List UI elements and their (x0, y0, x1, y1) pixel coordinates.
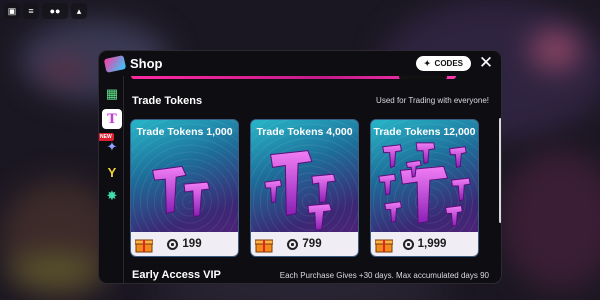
players-icon[interactable]: ●● (42, 3, 68, 19)
product-card[interactable]: Trade Tokens 12,000 1,999 (370, 119, 479, 257)
product-card[interactable]: Trade Tokens 1,000 199 (130, 119, 239, 257)
shop-content: Trade Tokens Used for Trading with every… (125, 76, 501, 283)
roblox-topbar: ▣ ≡ ●● ▴ (4, 3, 87, 19)
product-card[interactable]: Trade Tokens 4,000 799 (250, 119, 359, 257)
codes-icon: ✦ (423, 59, 431, 68)
sparkle-icon[interactable]: ✦ (102, 137, 122, 157)
robux-icon (287, 238, 299, 250)
gem-icon[interactable]: ✸ (102, 186, 122, 206)
section-note: Used for Trading with everyone! (376, 96, 489, 105)
shop-panel: Shop ✦ CODES ✕ ▦ T NEW ✦ Y ✸ Trade Token… (98, 50, 502, 284)
trade-token-icon (264, 150, 337, 231)
cash-bundle-icon[interactable]: ▦ (102, 84, 122, 104)
product-name: Trade Tokens 4,000 (256, 126, 353, 138)
shop-logo-icon (103, 54, 127, 73)
product-price: 799 (302, 238, 322, 250)
product-price: 199 (182, 238, 202, 250)
chat-icon[interactable]: ≡ (23, 3, 39, 19)
gift-icon[interactable] (255, 237, 273, 253)
trade-token-icon (378, 142, 471, 227)
shop-header: Shop ✦ CODES ✕ (99, 51, 501, 76)
trade-token-icon (152, 165, 211, 218)
category-sidebar: ▦ T NEW ✦ Y ✸ (99, 76, 124, 283)
product-name: Trade Tokens 1,000 (136, 126, 233, 138)
product-price: 1,999 (417, 238, 447, 250)
trade-token-icon[interactable]: T (102, 109, 122, 129)
product-name: Trade Tokens 12,000 (373, 126, 476, 138)
section-title: Trade Tokens (132, 95, 203, 107)
shop-title: Shop (130, 56, 163, 71)
content-scrollbar[interactable] (499, 118, 501, 223)
backpack-icon[interactable]: ▴ (71, 3, 87, 19)
roblox-menu-icon[interactable]: ▣ (4, 3, 20, 19)
vip-section-note: Each Purchase Gives +30 days. Max accumu… (279, 271, 489, 280)
gift-icon[interactable] (375, 237, 393, 253)
codes-label: CODES (434, 59, 463, 68)
gift-icon[interactable] (135, 237, 153, 253)
codes-button[interactable]: ✦ CODES (415, 56, 471, 71)
promo-banner-tag (399, 76, 447, 79)
robux-icon (402, 238, 414, 250)
close-button[interactable]: ✕ (478, 54, 494, 71)
vip-section-title: Early Access VIP (132, 269, 221, 281)
trophy-icon[interactable]: Y (102, 162, 122, 182)
robux-icon (167, 238, 179, 250)
